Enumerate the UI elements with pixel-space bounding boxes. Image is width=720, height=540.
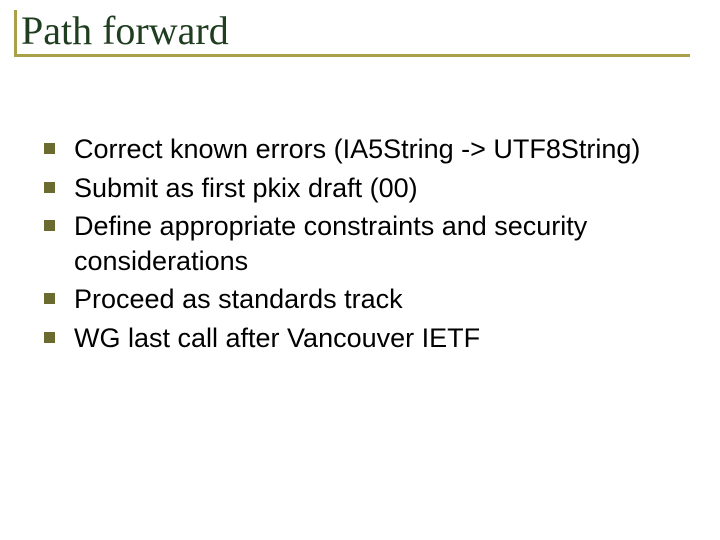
list-item: Submit as first pkix draft (00) (40, 171, 680, 206)
slide: Path forward Correct known errors (IA5St… (0, 0, 720, 540)
list-item: Define appropriate constraints and secur… (40, 209, 680, 278)
list-item: Correct known errors (IA5String -> UTF8S… (40, 132, 680, 167)
title-container: Path forward (14, 10, 690, 57)
slide-body: Correct known errors (IA5String -> UTF8S… (40, 132, 680, 359)
slide-title: Path forward (14, 10, 690, 57)
bullet-list: Correct known errors (IA5String -> UTF8S… (40, 132, 680, 355)
list-item: WG last call after Vancouver IETF (40, 321, 680, 356)
list-item: Proceed as standards track (40, 282, 680, 317)
